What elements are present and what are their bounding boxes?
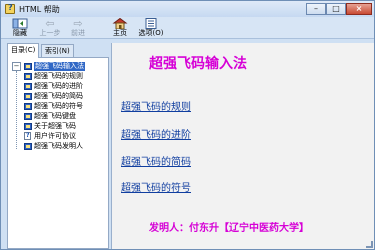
forward-label: 前进	[71, 29, 85, 37]
book-icon	[24, 63, 32, 70]
book-icon	[24, 103, 32, 110]
tree-item-label: 超强飞码的进阶	[34, 82, 83, 90]
collapse-toggle[interactable]: −	[12, 62, 21, 71]
tree-item-label: 超强飞码的规则	[34, 72, 83, 80]
book-icon	[24, 113, 32, 120]
book-icon	[24, 123, 32, 130]
home-icon	[112, 17, 128, 30]
link-rules[interactable]: 超强飞码的规则	[121, 98, 191, 113]
book-icon	[24, 73, 32, 80]
book-icon	[24, 83, 32, 90]
tree-item-label: 超强飞码输入法	[34, 62, 85, 71]
nav-tabs: 目录(C) 索引(N)	[7, 43, 109, 58]
minimize-button[interactable]: –	[306, 3, 326, 15]
tree-connector	[16, 71, 17, 149]
home-button[interactable]: 主页	[107, 17, 133, 38]
back-arrow-icon: ⇦	[45, 17, 55, 30]
document-icon	[24, 131, 31, 140]
inventor-credit: 发明人：付东升【辽宁中医药大学】	[149, 223, 309, 234]
close-button[interactable]: ×	[346, 3, 372, 15]
tree-item-label: 用户许可协议	[34, 132, 76, 140]
resize-grip[interactable]	[366, 241, 373, 248]
tree-item-label: 关于超强飞码	[34, 122, 76, 130]
tree-item-label: 超强飞码发明人	[34, 142, 83, 150]
window-title: HTML 帮助	[19, 5, 60, 14]
forward-arrow-icon: ⇨	[73, 17, 83, 30]
page-title: 超强飞码输入法	[149, 56, 247, 72]
hide-button[interactable]: 隐藏	[7, 18, 33, 38]
tree-item-label: 超强飞码键盘	[34, 112, 76, 120]
toolbar: 隐藏 ⇦ 上一步 ⇨ 前进 主页 选项(O)	[1, 17, 374, 39]
help-window: HTML 帮助 – □ × 隐藏 ⇦ 上一步 ⇨ 前进 主页	[0, 0, 375, 250]
options-button[interactable]: 选项(O)	[135, 18, 167, 38]
forward-button[interactable]: ⇨ 前进	[65, 18, 91, 38]
hide-pane-icon	[12, 18, 28, 29]
tab-index[interactable]: 索引(N)	[41, 44, 74, 58]
tree-item-label: 超强飞码的简码	[34, 92, 83, 100]
tab-contents[interactable]: 目录(C)	[7, 43, 40, 58]
back-label: 上一步	[39, 29, 61, 37]
link-advanced[interactable]: 超强飞码的进阶	[121, 126, 191, 141]
options-label: 选项(O)	[138, 29, 164, 37]
help-app-icon	[5, 3, 15, 14]
back-button[interactable]: ⇦ 上一步	[37, 18, 63, 38]
hide-label: 隐藏	[13, 29, 27, 37]
content-pane: 超强飞码输入法 超强飞码的规则 超强飞码的进阶 超强飞码的简码 超强飞码的符号 …	[111, 43, 374, 249]
link-shortcodes[interactable]: 超强飞码的简码	[121, 153, 191, 168]
book-icon	[24, 93, 32, 100]
contents-tree: − 超强飞码输入法 超强飞码的规则 超强飞码的进阶 超强飞码的简码 超强飞码的符…	[7, 57, 109, 249]
link-symbols[interactable]: 超强飞码的符号	[121, 179, 191, 194]
tree-item-label: 超强飞码的符号	[34, 102, 83, 110]
maximize-button[interactable]: □	[326, 3, 346, 15]
book-icon	[24, 143, 32, 150]
options-icon	[143, 18, 159, 29]
home-label: 主页	[113, 29, 127, 37]
navigation-pane: 目录(C) 索引(N) − 超强飞码输入法 超强飞码的规则 超强飞码的进阶 超强…	[7, 43, 109, 249]
title-bar[interactable]: HTML 帮助 – □ ×	[1, 1, 374, 17]
